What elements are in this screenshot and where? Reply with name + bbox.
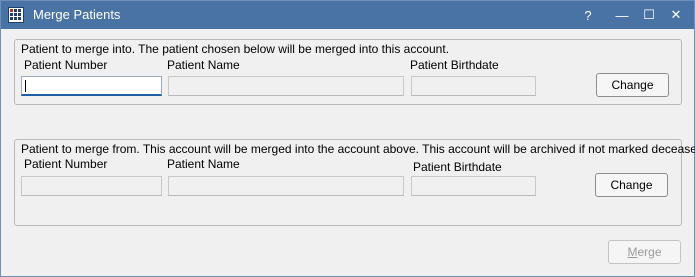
merge-mnemonic: M xyxy=(627,245,638,259)
merge-button[interactable]: Merge xyxy=(608,240,681,264)
window-title: Merge Patients xyxy=(33,7,121,22)
into-change-button[interactable]: Change xyxy=(596,73,669,97)
from-patient-name-label: Patient Name xyxy=(167,157,240,171)
merge-label-rest: erge xyxy=(637,245,662,259)
from-patient-birthdate-field[interactable] xyxy=(411,176,536,196)
merge-patients-window: Merge Patients ? — ☐ ✕ Patient to merge … xyxy=(0,0,695,277)
from-patient-number-field[interactable] xyxy=(21,176,162,196)
close-button[interactable]: ✕ xyxy=(661,1,691,29)
into-patient-number-label: Patient Number xyxy=(24,58,108,72)
text-caret xyxy=(25,80,26,92)
into-patient-name-field[interactable] xyxy=(168,76,404,96)
from-change-button[interactable]: Change xyxy=(595,173,668,197)
merge-from-group: Patient to merge from. This account will… xyxy=(14,139,695,226)
minimize-button[interactable]: — xyxy=(607,1,637,29)
from-patient-name-field[interactable] xyxy=(168,176,404,196)
merge-into-group: Patient to merge into. The patient chose… xyxy=(14,39,682,105)
merge-into-caption: Patient to merge into. The patient chose… xyxy=(21,42,450,56)
into-patient-birthdate-field[interactable] xyxy=(411,76,536,96)
merge-from-caption: Patient to merge from. This account will… xyxy=(21,142,695,156)
from-patient-birthdate-label: Patient Birthdate xyxy=(413,160,502,174)
app-grid-icon xyxy=(8,7,24,23)
from-patient-number-label: Patient Number xyxy=(24,157,108,171)
help-button[interactable]: ? xyxy=(573,1,603,29)
maximize-button[interactable]: ☐ xyxy=(634,1,664,29)
into-patient-birthdate-label: Patient Birthdate xyxy=(410,58,499,72)
into-patient-number-field[interactable] xyxy=(21,76,162,96)
into-patient-name-label: Patient Name xyxy=(167,58,240,72)
title-bar[interactable]: Merge Patients ? — ☐ ✕ xyxy=(1,1,694,29)
